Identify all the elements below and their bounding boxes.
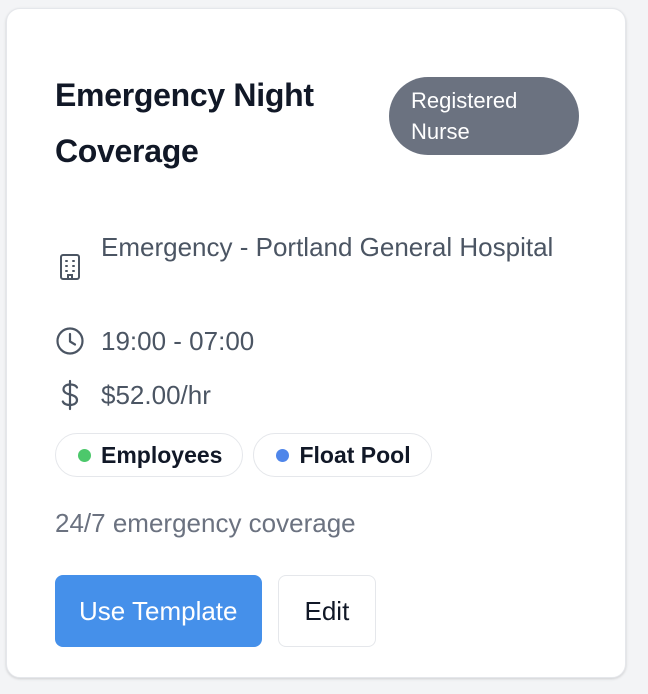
role-badge: Registered Nurse [389, 77, 579, 155]
tag-employees: Employees [55, 433, 244, 477]
dollar-icon [55, 375, 85, 415]
building-icon [55, 227, 85, 307]
edit-button[interactable]: Edit [277, 575, 377, 647]
template-card: Emergency Night Coverage Registered Nurs… [6, 8, 626, 678]
tag-label: Employees [101, 441, 223, 468]
tag-float-pool: Float Pool [253, 433, 432, 477]
status-dot [276, 448, 290, 462]
tag-label: Float Pool [299, 441, 411, 468]
location-row: Emergency - Portland General Hospital [55, 227, 579, 307]
template-title: Emergency Night Coverage [55, 77, 314, 169]
template-details: Emergency - Portland General Hospital 19… [55, 227, 579, 415]
template-card-body: Emergency Night Coverage Registered Nurs… [55, 67, 579, 647]
staff-pool-tags: Employees Float Pool [55, 433, 579, 477]
card-header: Emergency Night Coverage Registered Nurs… [55, 67, 579, 179]
clock-icon [55, 321, 85, 361]
template-note: 24/7 emergency coverage [55, 508, 356, 538]
use-template-button[interactable]: Use Template [55, 575, 262, 647]
hours-row: 19:00 - 07:00 [55, 321, 579, 361]
pay-text: $52.00/hr [101, 380, 211, 410]
pay-row: $52.00/hr [55, 375, 579, 415]
status-dot [78, 448, 91, 462]
hours-text: 19:00 - 07:00 [101, 326, 255, 356]
location-text: Emergency - Portland General Hospital [101, 232, 554, 262]
card-actions: Use Template Edit [55, 575, 579, 647]
